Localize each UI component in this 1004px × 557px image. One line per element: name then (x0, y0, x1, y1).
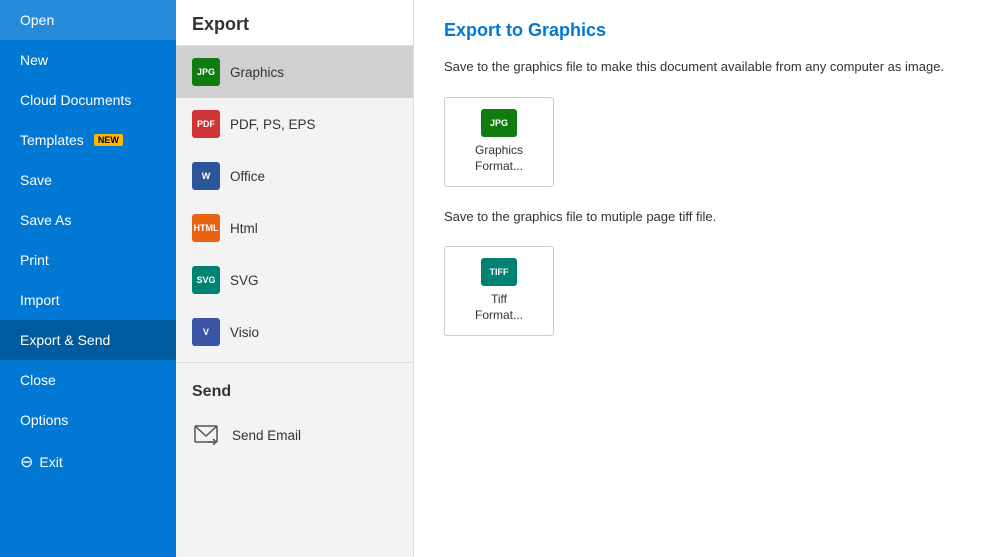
export-header: Export (176, 0, 413, 46)
format-cards-1: JPG GraphicsFormat... (444, 97, 974, 187)
description-2: Save to the graphics file to mutiple pag… (444, 207, 974, 227)
sidebar-item-label: Close (20, 372, 56, 388)
export-item-svg[interactable]: SVG SVG (176, 254, 413, 306)
sidebar-item-open[interactable]: Open (0, 0, 176, 40)
send-email-item[interactable]: Send Email (176, 409, 413, 461)
sidebar-item-exit[interactable]: ⊖ Exit (0, 440, 176, 484)
sidebar-item-print[interactable]: Print (0, 240, 176, 280)
sidebar-item-label: Cloud Documents (20, 92, 131, 108)
export-item-label: Html (230, 221, 258, 236)
content-panel: Export to Graphics Save to the graphics … (414, 0, 1004, 557)
sidebar-item-label: New (20, 52, 48, 68)
graphics-format-label: GraphicsFormat... (475, 143, 523, 174)
visio-icon: V (192, 318, 220, 346)
email-icon (192, 421, 220, 449)
sidebar-item-export-send[interactable]: Export & Send (0, 320, 176, 360)
format-cards-2: TIFF TiffFormat... (444, 246, 974, 336)
sidebar-item-options[interactable]: Options (0, 400, 176, 440)
send-header: Send (176, 367, 413, 409)
send-email-label: Send Email (232, 428, 301, 443)
sidebar-item-save[interactable]: Save (0, 160, 176, 200)
sidebar-item-close[interactable]: Close (0, 360, 176, 400)
exit-icon: ⊖ (20, 452, 33, 472)
sidebar: Open New Cloud Documents Templates NEW S… (0, 0, 176, 557)
tiff-format-card[interactable]: TIFF TiffFormat... (444, 246, 554, 336)
sidebar-item-new[interactable]: New (0, 40, 176, 80)
graphics-format-card[interactable]: JPG GraphicsFormat... (444, 97, 554, 187)
export-item-graphics[interactable]: JPG Graphics (176, 46, 413, 98)
sidebar-item-import[interactable]: Import (0, 280, 176, 320)
svg-icon: SVG (192, 266, 220, 294)
export-item-office[interactable]: W Office (176, 150, 413, 202)
export-item-html[interactable]: HTML Html (176, 202, 413, 254)
sidebar-item-label: Export & Send (20, 332, 110, 348)
middle-panel: Export JPG Graphics PDF PDF, PS, EPS W O… (176, 0, 414, 557)
export-item-label: Visio (230, 325, 259, 340)
sidebar-item-templates[interactable]: Templates NEW (0, 120, 176, 160)
export-list: JPG Graphics PDF PDF, PS, EPS W Office H… (176, 46, 413, 557)
new-badge: NEW (94, 134, 123, 146)
export-item-pdf[interactable]: PDF PDF, PS, EPS (176, 98, 413, 150)
export-item-visio[interactable]: V Visio (176, 306, 413, 358)
pdf-icon: PDF (192, 110, 220, 138)
export-item-label: Graphics (230, 65, 284, 80)
sidebar-item-label: Templates (20, 132, 84, 148)
sidebar-item-label: Save As (20, 212, 71, 228)
content-title: Export to Graphics (444, 20, 974, 41)
sidebar-item-label: Save (20, 172, 52, 188)
tiff-card-icon: TIFF (481, 258, 517, 286)
jpg-icon: JPG (192, 58, 220, 86)
sidebar-item-label: Print (20, 252, 49, 268)
sidebar-item-label: Open (20, 12, 54, 28)
export-item-label: SVG (230, 273, 259, 288)
html-icon: HTML (192, 214, 220, 242)
sidebar-item-label: Exit (39, 454, 62, 470)
sidebar-item-cloud-documents[interactable]: Cloud Documents (0, 80, 176, 120)
export-item-label: Office (230, 169, 265, 184)
tiff-format-label: TiffFormat... (475, 292, 523, 323)
divider (176, 362, 413, 363)
export-item-label: PDF, PS, EPS (230, 117, 316, 132)
sidebar-item-label: Options (20, 412, 68, 428)
jpg-card-icon: JPG (481, 109, 517, 137)
description-1: Save to the graphics file to make this d… (444, 57, 974, 77)
sidebar-item-label: Import (20, 292, 60, 308)
sidebar-item-save-as[interactable]: Save As (0, 200, 176, 240)
word-icon: W (192, 162, 220, 190)
